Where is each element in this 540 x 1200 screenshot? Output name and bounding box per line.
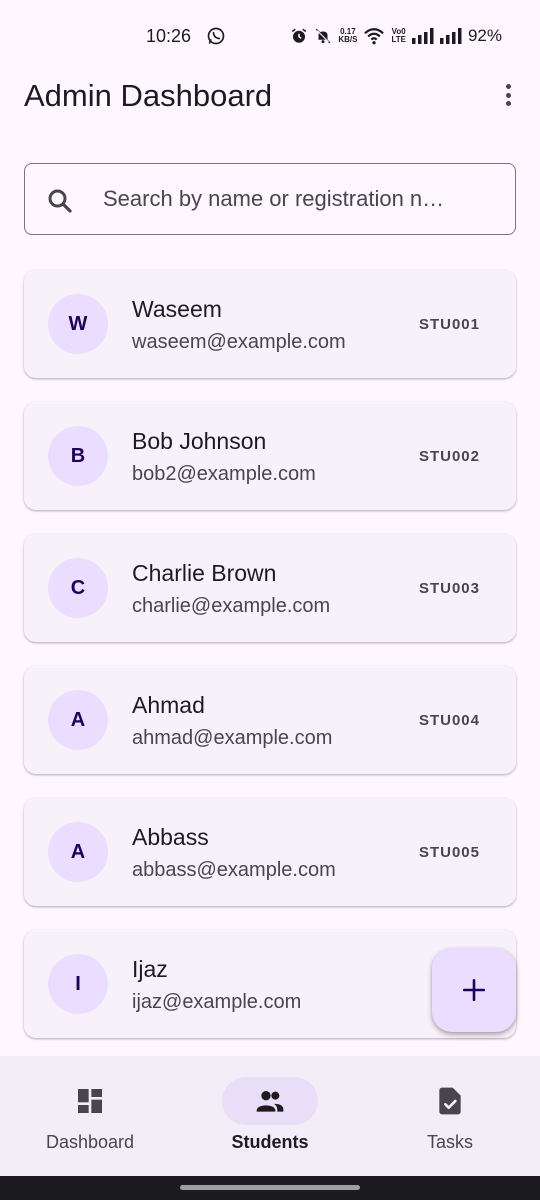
student-email: bob2@example.com <box>132 463 316 485</box>
student-card[interactable]: B Bob Johnson bob2@example.com STU002 <box>24 402 516 510</box>
avatar: A <box>48 822 108 882</box>
student-name: Bob Johnson <box>132 428 267 454</box>
dashboard-icon <box>78 1089 102 1113</box>
registration-number: STU005 <box>418 844 480 861</box>
search-box[interactable] <box>24 163 516 235</box>
task-icon <box>439 1087 461 1115</box>
student-card[interactable]: W Waseem waseem@example.com STU001 <box>24 270 516 378</box>
people-icon <box>256 1091 284 1112</box>
student-name: Charlie Brown <box>132 560 277 586</box>
student-email: abbass@example.com <box>132 859 336 881</box>
status-icons: 0.17 KB/S Vo0 LTE 92% <box>290 26 502 46</box>
student-email: ijaz@example.com <box>132 991 302 1013</box>
student-name: Ahmad <box>132 692 205 718</box>
wifi-icon <box>364 28 385 45</box>
network-speed: 0.17 KB/S <box>338 27 358 44</box>
add-student-button[interactable] <box>432 948 516 1032</box>
nav-label: Tasks <box>426 1132 473 1152</box>
status-bar: 10:26 0.17 KB/S Vo0 LTE 92% <box>0 0 540 72</box>
registration-number: STU002 <box>418 448 480 465</box>
student-email: waseem@example.com <box>132 331 346 353</box>
registration-number: STU004 <box>418 712 480 729</box>
nav-item-dashboard[interactable]: Dashboard <box>0 1056 180 1176</box>
student-name: Ijaz <box>132 956 168 982</box>
student-name: Waseem <box>132 296 222 322</box>
student-card[interactable]: A Ahmad ahmad@example.com STU004 <box>24 666 516 774</box>
avatar: B <box>48 426 108 486</box>
signal-icon <box>411 28 434 44</box>
nav-item-tasks[interactable]: Tasks <box>360 1056 540 1176</box>
avatar: A <box>48 690 108 750</box>
status-time: 10:26 <box>146 26 192 46</box>
system-navigation-bar <box>0 1176 540 1200</box>
avatar: I <box>48 954 108 1014</box>
nav-label: Students <box>231 1132 309 1152</box>
add-icon <box>462 978 486 1002</box>
page-title: Admin Dashboard <box>24 78 273 113</box>
student-card[interactable]: A Abbass abbass@example.com STU005 <box>24 798 516 906</box>
bottom-navigation: Dashboard Students Tasks <box>0 1056 540 1176</box>
more-options-button[interactable] <box>498 80 518 110</box>
avatar: W <box>48 294 108 354</box>
registration-number: STU003 <box>418 580 480 597</box>
more-vert-icon <box>505 84 511 89</box>
nav-item-students[interactable]: Students <box>180 1056 360 1176</box>
search-input[interactable] <box>103 164 499 234</box>
signal-icon-2 <box>439 28 462 44</box>
search-icon <box>48 189 72 213</box>
nav-label: Dashboard <box>45 1132 135 1152</box>
battery-level: 92% <box>467 26 502 45</box>
alarm-icon <box>292 28 307 43</box>
registration-number: STU001 <box>418 316 480 333</box>
mute-icon <box>316 28 331 44</box>
student-card[interactable]: C Charlie Brown charlie@example.com STU0… <box>24 534 516 642</box>
home-handle[interactable] <box>180 1185 360 1190</box>
student-email: ahmad@example.com <box>132 727 333 749</box>
whatsapp-icon <box>207 27 225 45</box>
app-bar: Admin Dashboard <box>0 72 540 122</box>
student-email: charlie@example.com <box>132 595 331 617</box>
volte-indicator: Vo0 LTE <box>391 27 406 44</box>
student-name: Abbass <box>132 824 209 850</box>
avatar: C <box>48 558 108 618</box>
